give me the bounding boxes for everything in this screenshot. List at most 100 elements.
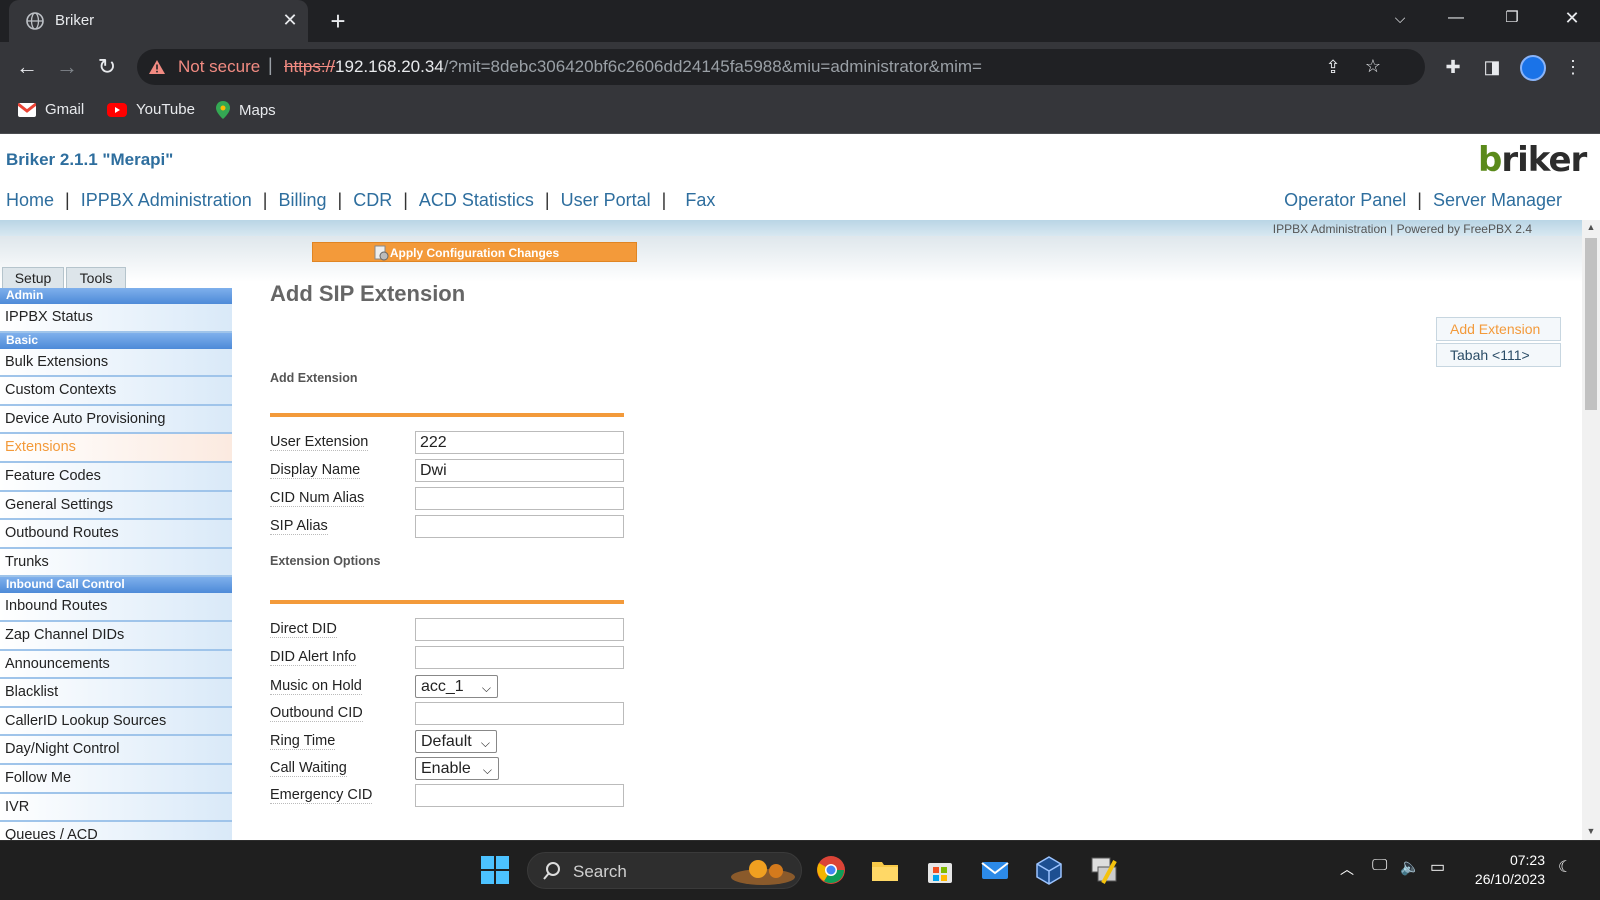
music-on-hold-label: Music on Hold [270,678,362,695]
clock-date: 26/10/2023 [1474,871,1545,887]
nav-operator-panel[interactable]: Operator Panel [1284,190,1406,210]
nav-server-manager[interactable]: Server Manager [1433,190,1562,210]
tab-search-icon[interactable]: ⌵ [1385,8,1415,28]
mail-icon[interactable] [980,855,1010,885]
nav-acd-statistics[interactable]: ACD Statistics [419,190,534,210]
scroll-down-icon[interactable]: ▼ [1582,826,1600,836]
network-icon[interactable]: 🖵 [1372,857,1387,875]
nav-home[interactable]: Home [6,190,54,210]
back-icon[interactable]: ← [14,54,40,80]
extensions-icon[interactable]: ✚ [1442,57,1464,77]
sidebar-item-callerid-lookup[interactable]: CallerID Lookup Sources [0,707,232,737]
sidebar-item-bulk-extensions[interactable]: Bulk Extensions [0,348,232,378]
sidebar-item-device-auto-provisioning[interactable]: Device Auto Provisioning [0,405,232,435]
forward-icon[interactable]: → [54,54,80,80]
sidebar-item-zap-channel-dids[interactable]: Zap Channel DIDs [0,621,232,651]
sidebar-item-custom-contexts[interactable]: Custom Contexts [0,377,232,406]
youtube-icon [107,102,127,117]
reload-icon[interactable]: ↻ [94,54,120,80]
row-call-waiting: Call Waiting Enable ⌵ [270,757,630,781]
minimize-icon[interactable]: — [1441,8,1471,28]
powered-by: IPPBX Administration | Powered by FreePB… [1272,222,1532,236]
call-waiting-label: Call Waiting [270,760,347,777]
share-icon[interactable]: ⇪ [1322,57,1344,77]
bookmark-youtube[interactable]: YouTube [107,101,195,118]
search-label: Search [573,862,627,881]
volume-icon[interactable]: 🔈 [1400,857,1420,877]
nav-user-portal[interactable]: User Portal [561,190,651,210]
taskbar-search[interactable]: Search [527,852,802,889]
address-bar[interactable]: Not secure | https://192.168.20.34/?mit=… [137,49,1425,85]
add-extension-link[interactable]: Add Extension [1436,317,1561,341]
cid-num-alias-input[interactable] [415,487,624,510]
system-clock[interactable]: 07:23 26/10/2023 [1465,851,1545,889]
emergency-cid-input[interactable] [415,784,624,807]
sidebar-item-ippbx-status[interactable]: IPPBX Status [0,304,232,333]
sidebar-item-follow-me[interactable]: Follow Me [0,764,232,794]
nav-cdr[interactable]: CDR [353,190,392,210]
call-waiting-select[interactable]: Enable ⌵ [415,757,499,780]
putty-icon[interactable] [1089,855,1119,885]
url-text[interactable]: https://192.168.20.34/?mit=8debc306420bf… [284,57,982,77]
sidebar-item-queues-acd[interactable]: Queues / ACD [0,822,232,840]
tab-setup[interactable]: Setup [2,267,64,289]
scroll-up-icon[interactable]: ▲ [1582,222,1600,232]
did-alert-info-input[interactable] [415,646,624,669]
sidebar-item-blacklist[interactable]: Blacklist [0,679,232,708]
chevron-down-icon: ⌵ [481,681,491,695]
sidebar-item-general-settings[interactable]: General Settings [0,491,232,521]
sidebar-item-extensions[interactable]: Extensions [0,434,232,463]
sidebar-item-day-night-control[interactable]: Day/Night Control [0,736,232,765]
extension-list: Add Extension Tabah <111> [1436,317,1561,369]
page-scrollbar[interactable]: ▲ ▼ [1582,220,1600,840]
sidebar-item-inbound-routes[interactable]: Inbound Routes [0,593,232,622]
close-window-icon[interactable]: ✕ [1557,8,1587,28]
bookmark-label: YouTube [136,101,195,118]
ring-time-select[interactable]: Default ⌵ [415,730,497,753]
music-on-hold-select[interactable]: acc_1 ⌵ [415,675,498,698]
scroll-thumb[interactable] [1585,238,1597,410]
tab-close-icon[interactable]: ✕ [280,10,300,30]
new-tab-button[interactable]: + [326,7,350,35]
security-status[interactable]: Not secure [178,57,260,77]
browser-tab[interactable]: Briker ✕ [9,0,308,42]
row-did-alert-info: DID Alert Info [270,646,630,670]
sidebar-item-outbound-routes[interactable]: Outbound Routes [0,520,232,549]
section-add-extension: Add Extension [270,371,358,385]
sidebar-item-ivr[interactable]: IVR [0,793,232,823]
menu-icon[interactable]: ⋮ [1562,57,1584,77]
profile-avatar[interactable] [1520,55,1546,81]
ring-time-value: Default [421,733,472,750]
tab-tools[interactable]: Tools [66,267,126,289]
bookmark-maps[interactable]: Maps [216,101,276,119]
side-panel-icon[interactable]: ◨ [1481,57,1503,77]
sidebar-item-trunks[interactable]: Trunks [0,548,232,578]
sidebar-item-feature-codes[interactable]: Feature Codes [0,462,232,492]
file-explorer-icon[interactable] [870,855,900,885]
chrome-icon[interactable] [816,855,846,885]
sip-alias-input[interactable] [415,515,624,538]
browser-titlebar: Briker ✕ + ⌵ — ❐ ✕ [0,0,1600,42]
virtualbox-icon[interactable] [1034,855,1064,885]
bookmark-label: Maps [239,101,276,119]
bookmark-gmail[interactable]: Gmail [18,101,84,118]
apply-config-button[interactable]: Apply Configuration Changes [312,242,637,262]
nav-ippbx-administration[interactable]: IPPBX Administration [81,190,252,210]
outbound-cid-input[interactable] [415,702,624,725]
bookmark-star-icon[interactable]: ☆ [1362,56,1384,76]
nav-fax[interactable]: Fax [685,190,715,210]
microsoft-store-icon[interactable] [925,855,955,885]
notifications-icon[interactable]: ☾ [1558,857,1572,877]
windows-start-icon[interactable] [480,855,510,885]
direct-did-input[interactable] [415,618,624,641]
display-name-input[interactable]: Dwi [415,459,624,482]
restore-icon[interactable]: ❐ [1497,8,1527,28]
sidebar-item-announcements[interactable]: Announcements [0,650,232,680]
extension-list-item[interactable]: Tabah <111> [1436,343,1561,367]
did-alert-info-label: DID Alert Info [270,649,357,666]
url-host: 192.168.20.34 [335,57,444,76]
user-extension-input[interactable]: 222 [415,431,624,454]
nav-billing[interactable]: Billing [278,190,326,210]
show-hidden-icons[interactable]: ︿ [1340,859,1354,879]
battery-icon[interactable]: ▭ [1430,857,1445,877]
